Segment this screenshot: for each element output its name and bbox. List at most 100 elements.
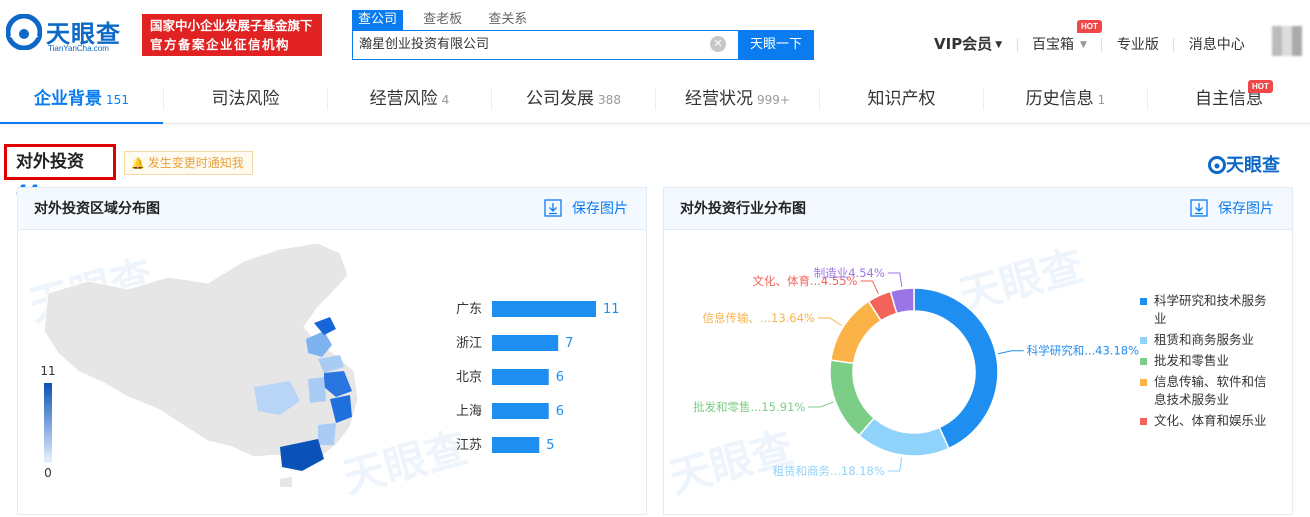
caret-down-icon: ▼ xyxy=(1080,40,1087,50)
watermark-text: 天眼查 xyxy=(954,241,1088,321)
notify-on-change-button[interactable]: 🔔 发生变更时通知我 xyxy=(124,151,253,175)
tab-intellectual-property[interactable]: 知识产权 xyxy=(820,74,983,124)
tab-count: 4 xyxy=(441,93,450,107)
tab-operation-risk[interactable]: 经营风险 4 xyxy=(328,74,491,124)
vip-member-link[interactable]: VIP会员 ▼ xyxy=(934,34,1002,55)
tab-company-development[interactable]: 公司发展 388 xyxy=(492,74,655,124)
tab-judicial-risk[interactable]: 司法风险 xyxy=(164,74,327,124)
legend-swatch xyxy=(1140,358,1147,365)
tab-count: 151 xyxy=(106,93,129,107)
legend-swatch xyxy=(1140,418,1147,425)
message-center-link[interactable]: 消息中心 xyxy=(1189,35,1245,55)
search-tab-relation[interactable]: 查关系 xyxy=(482,10,533,30)
download-icon xyxy=(544,199,562,217)
bar-category-label: 浙江 xyxy=(456,336,482,351)
baibaoxiang-menu[interactable]: 百宝箱 ▼ xyxy=(1032,35,1087,55)
logo-eye-icon xyxy=(1208,156,1226,174)
tab-label: 知识产权 xyxy=(867,89,936,109)
color-legend-min: 0 xyxy=(44,466,52,480)
callout-line xyxy=(887,272,903,287)
legend-swatch xyxy=(1140,298,1147,305)
bar-value-label: 7 xyxy=(565,336,573,351)
legend-label: 文化、体育和娱乐业 xyxy=(1154,413,1267,428)
banner-line-1: 国家中小企业发展子基金旗下 xyxy=(150,18,313,33)
tab-operation-status[interactable]: 经营状况 999+ xyxy=(656,74,819,124)
avatar[interactable] xyxy=(1272,26,1302,56)
color-legend-max: 11 xyxy=(40,364,55,378)
bar-value-label: 11 xyxy=(603,302,620,317)
logo-eye-icon xyxy=(6,14,42,50)
vip-label: VIP会员 xyxy=(934,35,993,53)
logo-subtext: TianYanCha.com xyxy=(48,44,109,53)
save-image-button[interactable]: 保存图片 xyxy=(544,188,628,230)
search-button[interactable]: 天眼一下 xyxy=(738,30,814,60)
bar xyxy=(492,403,549,419)
section-title-text: 对外投资 xyxy=(16,152,84,172)
banner-line-2: 官方备案企业征信机构 xyxy=(150,37,291,52)
callout-line xyxy=(817,317,842,326)
bar-category-label: 江苏 xyxy=(456,437,482,453)
donut-slice xyxy=(857,417,950,457)
watermark-text: 天眼查 xyxy=(664,423,798,503)
save-label: 保存图片 xyxy=(572,201,628,217)
color-legend-bar xyxy=(44,383,52,463)
tab-count: 388 xyxy=(598,93,621,107)
bar-value-label: 6 xyxy=(556,404,564,419)
bar-category-label: 北京 xyxy=(456,370,482,385)
save-image-button[interactable]: 保存图片 xyxy=(1190,188,1274,230)
callout-label: 科学研究和...43.18% xyxy=(1027,344,1139,358)
tab-history-info[interactable]: 历史信息 1 xyxy=(984,74,1147,124)
donut-slice xyxy=(829,359,876,437)
clear-icon[interactable]: ✕ xyxy=(710,36,726,52)
hot-badge: HOT xyxy=(1248,80,1273,93)
tab-enterprise-background[interactable]: 企业背景 151 xyxy=(0,74,163,124)
legend-label: 批发和零售业 xyxy=(1154,353,1229,368)
baibaoxiang-label: 百宝箱 xyxy=(1032,37,1075,53)
map-province-anhui xyxy=(308,377,326,403)
tab-label: 经营状况 xyxy=(685,89,754,109)
search-tab-company[interactable]: 查公司 xyxy=(352,10,404,30)
bar xyxy=(492,437,540,453)
top-header: 天眼查 TianYanCha.com 国家中小企业发展子基金旗下 官方备案企业征… xyxy=(0,0,1310,74)
legend-label: 信息传输、软件和信 xyxy=(1154,374,1267,389)
bar xyxy=(492,369,549,385)
search-type-tabs: 查公司 查老板 查关系 xyxy=(352,10,543,30)
bar xyxy=(492,335,559,351)
nav-divider xyxy=(1101,38,1103,52)
dimension-tab-bar: 企业背景 151 司法风险 经营风险 4 公司发展 388 经营状况 999+ 知识产权… xyxy=(0,74,1310,124)
section-title: 对外投资 44 xyxy=(4,144,116,202)
pro-version-link[interactable]: 专业版 xyxy=(1117,35,1159,55)
tab-label: 公司发展 xyxy=(526,89,595,109)
legend-label: 业 xyxy=(1154,311,1167,326)
legend-label: 租赁和商务服务业 xyxy=(1154,332,1254,347)
region-chart: 天眼查 天眼查 11 0 广东11浙江7北京6上海6江苏5 xyxy=(24,242,620,503)
callout-line xyxy=(808,401,834,408)
card-header: 对外投资行业分布图 保存图片 xyxy=(664,188,1292,230)
user-nav: VIP会员 ▼ 百宝箱 ▼ 专业版 消息中心 xyxy=(934,34,1245,54)
tab-self-info[interactable]: 自主信息 xyxy=(1148,74,1310,124)
save-label: 保存图片 xyxy=(1218,201,1274,217)
legend-swatch xyxy=(1140,337,1147,344)
industry-distribution-card: 对外投资行业分布图 保存图片 天眼查 天眼查 科学研究和...43.18% 租赁和… xyxy=(663,187,1293,515)
bar xyxy=(492,301,596,317)
callout-label: 信息传输、...13.64% xyxy=(703,311,815,325)
bar-value-label: 6 xyxy=(556,370,564,385)
industry-chart: 天眼查 天眼查 科学研究和...43.18% 租赁和商务...18.18% 批发和零… xyxy=(664,241,1267,503)
watermark-text: 天眼查 xyxy=(338,423,472,503)
donut-chart xyxy=(829,287,999,457)
official-banner: 国家中小企业发展子基金旗下 官方备案企业征信机构 xyxy=(142,14,322,56)
search-input[interactable]: 瀚星创业投资有限公司 xyxy=(352,30,738,60)
brand-text: 天眼查 xyxy=(1226,155,1280,176)
pie-legend: 科学研究和技术服务业租赁和商务服务业批发和零售业信息传输、软件和信息技术服务业文… xyxy=(1140,293,1267,428)
tab-label: 企业背景 xyxy=(34,89,103,109)
tab-count: 1 xyxy=(1097,93,1106,107)
search-tab-boss[interactable]: 查老板 xyxy=(417,10,468,30)
legend-swatch xyxy=(1140,379,1147,386)
tianyancha-logo[interactable]: 天眼查 TianYanCha.com xyxy=(6,12,136,56)
download-icon xyxy=(1190,199,1208,217)
bar-category-label: 上海 xyxy=(456,404,482,419)
notify-label: 发生变更时通知我 xyxy=(147,156,244,170)
callout-label: 制造业4.54% xyxy=(814,266,885,280)
card-title: 对外投资行业分布图 xyxy=(680,201,806,217)
card-title: 对外投资区域分布图 xyxy=(34,201,160,217)
